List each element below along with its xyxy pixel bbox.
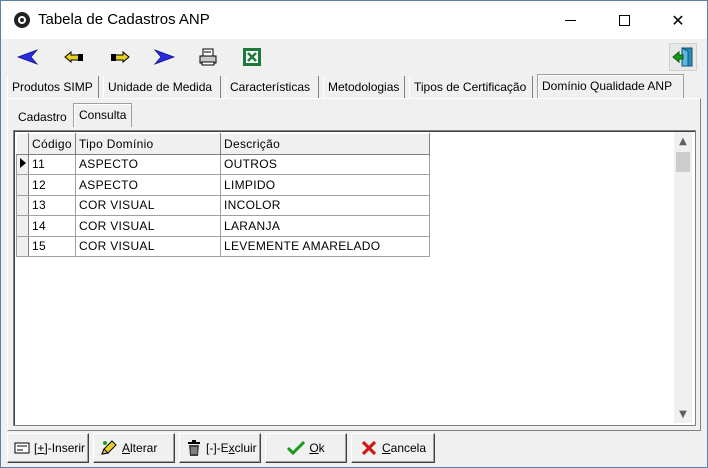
print-button[interactable] [195,45,221,69]
grid-header-row: Código Tipo Domínio Descrição [16,133,430,155]
trash-icon [186,439,202,457]
cell-descricao[interactable]: LIMPIDO [220,174,430,196]
first-record-icon [17,49,39,65]
cell-tipo-dominio[interactable]: COR VISUAL [75,235,221,257]
alterar-button[interactable]: Alterar [93,433,175,463]
prev-record-icon [64,50,83,64]
vertical-scrollbar[interactable]: ▲ ▼ [674,132,692,423]
tab-dominio-qualidade-anp[interactable]: Domínio Qualidade ANP [537,74,684,98]
cell-tipo-dominio[interactable]: ASPECTO [75,153,221,175]
next-record-icon [111,50,130,64]
row-indicator [16,153,29,175]
excluir-button[interactable]: [-]-Excluir [179,433,261,463]
tab-metodologias[interactable]: Metodologias [323,76,405,98]
table-row[interactable]: 13 COR VISUAL INCOLOR [16,194,430,216]
first-record-button[interactable] [15,45,41,69]
edit-icon [100,439,118,457]
exit-button[interactable] [669,43,697,71]
last-record-icon [153,49,175,65]
exit-icon [672,47,693,67]
row-indicator [16,235,29,257]
close-button[interactable]: ✕ [655,1,701,39]
title-bar: Tabela de Cadastros ANP ✕ [1,1,707,39]
cell-descricao[interactable]: LEVEMENTE AMARELADO [220,235,430,257]
last-record-button[interactable] [151,45,177,69]
scroll-down-arrow-icon[interactable]: ▼ [674,405,692,423]
row-indicator [16,174,29,196]
tab-unidade-de-medida[interactable]: Unidade de Medida [103,76,221,98]
cell-tipo-dominio[interactable]: COR VISUAL [75,194,221,216]
cell-codigo[interactable]: 11 [28,153,76,175]
table-row[interactable]: 11 ASPECTO OUTROS [16,153,430,175]
cell-descricao[interactable]: OUTROS [220,153,430,175]
data-grid[interactable]: Código Tipo Domínio Descrição 11 ASPECTO… [13,130,696,426]
cancela-button[interactable]: Cancela [351,433,435,463]
insert-icon [14,439,30,457]
current-row-arrow-icon [20,158,26,169]
minimize-button[interactable] [547,1,593,39]
next-record-button[interactable] [107,45,133,69]
cell-codigo[interactable]: 15 [28,235,76,257]
tab-caracteristicas[interactable]: Características [225,76,319,98]
excel-icon [243,48,261,66]
tab-produtos-simp[interactable]: Produtos SIMP [7,76,99,98]
cancel-x-icon [360,439,378,457]
column-header-codigo[interactable]: Código [28,133,76,155]
window-title: Tabela de Cadastros ANP [38,11,210,28]
maximize-button[interactable] [601,1,647,39]
row-indicator [16,215,29,237]
cell-codigo[interactable]: 12 [28,174,76,196]
inserir-button[interactable]: [+]-Inserir [7,433,89,463]
column-header-tipo-dominio[interactable]: Tipo Domínio [75,133,221,155]
cell-descricao[interactable]: LARANJA [220,215,430,237]
app-icon [14,12,30,28]
row-indicator [16,194,29,216]
tab-tipos-de-certificacao[interactable]: Tipos de Certificação [409,76,533,98]
app-window: Tabela de Cadastros ANP ✕ Produtos SIMP … [0,0,708,468]
row-indicator-header [16,133,29,155]
cell-descricao[interactable]: INCOLOR [220,194,430,216]
cell-tipo-dominio[interactable]: ASPECTO [75,174,221,196]
table-row[interactable]: 15 COR VISUAL LEVEMENTE AMARELADO [16,235,430,257]
check-icon [287,439,306,457]
cancela-label: Cancela [381,441,427,455]
grid-table: Código Tipo Domínio Descrição 11 ASPECTO… [16,133,430,257]
scrollbar-thumb[interactable] [676,152,690,172]
cell-codigo[interactable]: 14 [28,215,76,237]
table-row[interactable]: 14 COR VISUAL LARANJA [16,215,430,237]
toolbar [1,39,707,73]
cell-tipo-dominio[interactable]: COR VISUAL [75,215,221,237]
cell-codigo[interactable]: 13 [28,194,76,216]
ok-button[interactable]: Ok [265,433,347,463]
prev-record-button[interactable] [61,45,87,69]
excluir-label: [-]-Excluir [206,441,257,455]
print-icon [199,48,217,66]
ok-label: Ok [309,441,325,455]
tab-cadastro[interactable]: Cadastro [13,107,72,127]
scroll-up-arrow-icon[interactable]: ▲ [674,132,692,150]
excel-export-button[interactable] [239,45,265,69]
inserir-label: [+]-Inserir [34,441,86,455]
tab-consulta[interactable]: Consulta [73,103,133,127]
column-header-descricao[interactable]: Descrição [220,133,430,155]
alterar-label: Alterar [122,441,158,455]
table-row[interactable]: 12 ASPECTO LIMPIDO [16,174,430,196]
